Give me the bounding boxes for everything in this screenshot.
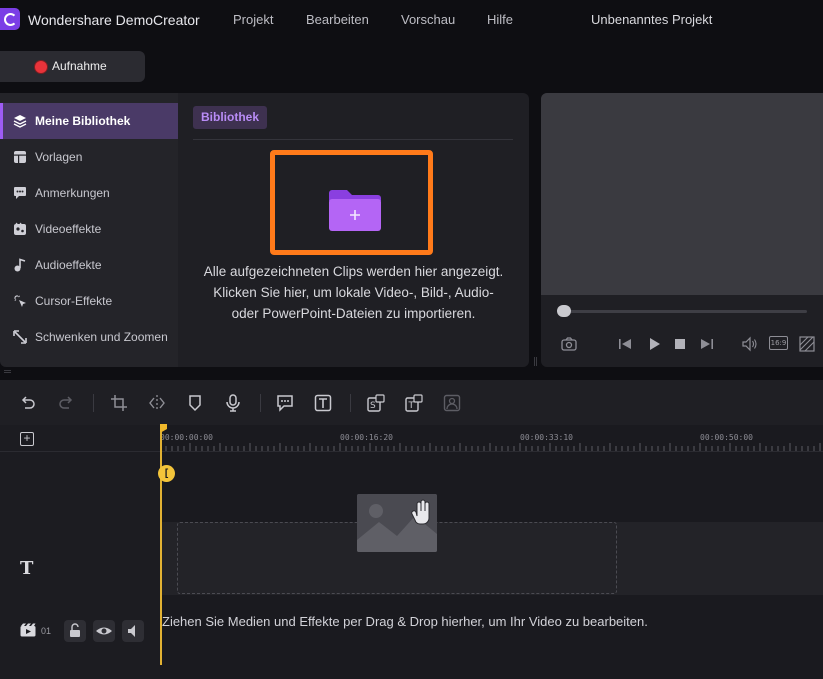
ruler-tick-label: 00:00:33:10 <box>520 433 573 442</box>
sidebar-item-vorlagen[interactable]: Vorlagen <box>0 139 178 175</box>
record-dot-icon <box>35 61 47 73</box>
sidebar-item-videoeffekte[interactable]: Videoeffekte <box>0 211 178 247</box>
timeline-drop-hint: Ziehen Sie Medien und Effekte per Drag &… <box>162 614 648 629</box>
marker-shield-icon[interactable] <box>186 394 204 412</box>
timeline-toolbar: S T <box>0 380 823 425</box>
sidebar-item-label: Schwenken und Zoomen <box>35 330 168 344</box>
library-tab[interactable]: Bibliothek <box>193 106 268 129</box>
snapshot-camera-icon[interactable] <box>561 336 577 352</box>
ruler-tick-label: 00:00:00:00 <box>160 433 213 442</box>
speech-to-text-icon[interactable]: S <box>367 394 385 412</box>
app-logo-icon <box>0 8 20 30</box>
previous-frame-icon[interactable] <box>617 336 633 352</box>
library-import-hint[interactable]: Alle aufgezeichneten Clips werden hier a… <box>178 261 529 324</box>
sidebar: Meine Bibliothek Vorlagen Anmerkungen Vi… <box>0 93 178 367</box>
track-number: 01 <box>41 626 52 636</box>
preview-progress-bar[interactable] <box>559 310 807 313</box>
menu-projekt[interactable]: Projekt <box>233 12 273 27</box>
sidebar-item-schwenken-und-zoomen[interactable]: Schwenken und Zoomen <box>0 319 178 355</box>
toolbar-separator <box>350 394 351 412</box>
video-effects-icon <box>14 222 26 235</box>
sidebar-item-label: Videoeffekte <box>35 222 102 236</box>
preview-panel: 16:9 <box>541 93 823 367</box>
template-icon <box>14 151 26 163</box>
drag-media-thumbnail <box>357 494 437 552</box>
split-icon[interactable] <box>148 394 166 412</box>
ruler-tick-label: 00:00:50:00 <box>700 433 753 442</box>
pan-zoom-icon <box>13 330 27 344</box>
text-to-speech-icon[interactable]: T <box>405 394 423 412</box>
layers-icon <box>13 115 27 128</box>
video-track-icon <box>20 623 36 637</box>
menu-hilfe[interactable]: Hilfe <box>487 12 513 27</box>
sidebar-item-label: Audioeffekte <box>35 258 102 272</box>
ruler-tick-label: 00:00:16:20 <box>340 433 393 442</box>
cursor-effects-icon <box>14 295 26 307</box>
sidebar-item-audioeffekte[interactable]: Audioeffekte <box>0 247 178 283</box>
sidebar-item-label: Meine Bibliothek <box>35 114 131 128</box>
redo-icon[interactable] <box>57 394 75 412</box>
vertical-splitter[interactable] <box>534 357 537 366</box>
hint-line: Alle aufgezeichneten Clips werden hier a… <box>203 264 504 279</box>
music-note-icon <box>14 258 26 272</box>
next-frame-icon[interactable] <box>699 336 715 352</box>
record-label: Aufnahme <box>52 59 107 73</box>
sidebar-item-anmerkungen[interactable]: Anmerkungen <box>0 175 178 211</box>
text-track-icon: T <box>20 558 34 579</box>
stop-icon[interactable] <box>672 336 688 352</box>
sidebar-item-label: Vorlagen <box>35 150 83 164</box>
library-panel: Bibliothek Alle aufgezeichneten Clips we… <box>178 93 529 367</box>
add-folder-icon[interactable] <box>327 187 383 233</box>
svg-text:S: S <box>370 401 376 411</box>
undo-icon[interactable] <box>19 394 37 412</box>
microphone-icon[interactable] <box>224 394 242 412</box>
fullscreen-hatch-icon[interactable] <box>799 336 815 352</box>
aspect-ratio-button[interactable]: 16:9 <box>769 336 788 350</box>
svg-text:T: T <box>408 401 415 411</box>
preview-screen <box>541 93 823 295</box>
toolbar-separator <box>260 394 261 412</box>
library-divider <box>193 139 513 140</box>
menu-bearbeiten[interactable]: Bearbeiten <box>306 12 369 27</box>
annotation-bubble-icon[interactable] <box>276 394 294 412</box>
ruler-ticks <box>160 443 821 451</box>
eye-icon <box>96 627 112 635</box>
speaker-icon <box>128 625 135 637</box>
hint-line: Klicken Sie hier, um lokale Video-, Bild… <box>213 285 494 300</box>
preview-progress-knob[interactable] <box>557 305 571 317</box>
track-lock-button[interactable] <box>64 620 86 642</box>
play-icon[interactable] <box>646 336 662 352</box>
add-track-button[interactable]: + <box>20 432 34 446</box>
track-mute-button[interactable] <box>122 620 144 642</box>
toolbar-separator <box>93 394 94 412</box>
sidebar-item-cursor-effekte[interactable]: Cursor-Effekte <box>0 283 178 319</box>
horizontal-splitter[interactable] <box>4 370 11 373</box>
header-divider <box>0 451 160 452</box>
speech-bubble-icon <box>14 187 26 199</box>
ai-avatar-icon[interactable] <box>443 394 461 412</box>
sidebar-item-label: Cursor-Effekte <box>35 294 113 308</box>
text-caption-icon[interactable] <box>314 394 332 412</box>
hint-line: oder PowerPoint-Dateien zu importieren. <box>231 306 476 321</box>
timeline-ruler[interactable]: 00:00:00:00 00:00:16:20 00:00:33:10 00:0… <box>160 425 823 452</box>
record-button[interactable]: Aufnahme <box>0 51 145 82</box>
app-title: Wondershare DemoCreator <box>28 12 200 28</box>
project-name: Unbenanntes Projekt <box>591 12 713 27</box>
menu-vorschau[interactable]: Vorschau <box>401 12 455 27</box>
unlock-icon <box>70 623 80 637</box>
track-visibility-button[interactable] <box>93 620 115 642</box>
crop-icon[interactable] <box>110 394 128 412</box>
sidebar-item-meine-bibliothek[interactable]: Meine Bibliothek <box>0 103 178 139</box>
sidebar-item-label: Anmerkungen <box>35 186 110 200</box>
volume-icon[interactable] <box>742 336 758 352</box>
playhead-handle[interactable]: [ <box>158 465 175 482</box>
